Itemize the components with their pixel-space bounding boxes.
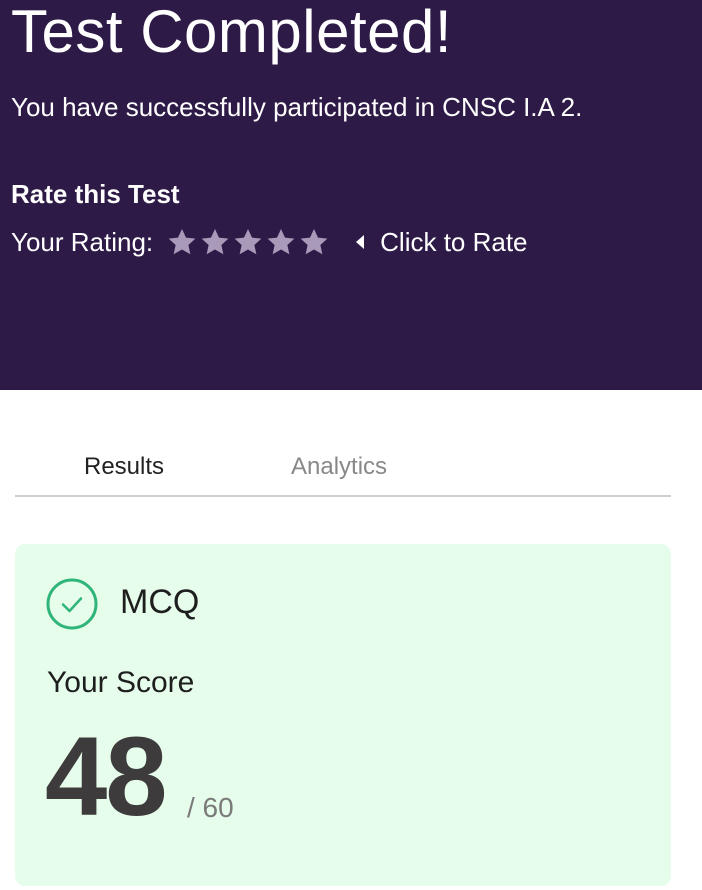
page-title: Test Completed!	[11, 0, 453, 65]
star-icon[interactable]	[299, 227, 329, 257]
result-tabs: Results Analytics	[15, 445, 671, 497]
star-icon[interactable]	[167, 227, 197, 257]
tab-analytics[interactable]: Analytics	[291, 451, 387, 483]
rate-heading: Rate this Test	[11, 179, 180, 209]
tab-results[interactable]: Results	[84, 451, 164, 483]
star-icon[interactable]	[200, 227, 230, 257]
completion-message: You have successfully participated in CN…	[11, 92, 583, 122]
rating-row: Your Rating: Click to Rate	[11, 225, 528, 259]
check-circle-icon	[46, 578, 98, 630]
click-to-rate-link[interactable]: Click to Rate	[380, 225, 527, 259]
star-icon[interactable]	[266, 227, 296, 257]
section-label: MCQ	[120, 583, 200, 621]
score-card: MCQ Your Score 48 / 60	[15, 544, 671, 886]
caret-left-icon	[355, 234, 365, 250]
rating-label: Your Rating:	[11, 227, 154, 257]
score-total: / 60	[187, 792, 234, 823]
header-banner: Test Completed! You have successfully pa…	[0, 0, 702, 390]
star-icon[interactable]	[233, 227, 263, 257]
score-label: Your Score	[47, 666, 195, 699]
score-value: 48	[45, 714, 168, 839]
star-rating[interactable]	[167, 227, 329, 257]
